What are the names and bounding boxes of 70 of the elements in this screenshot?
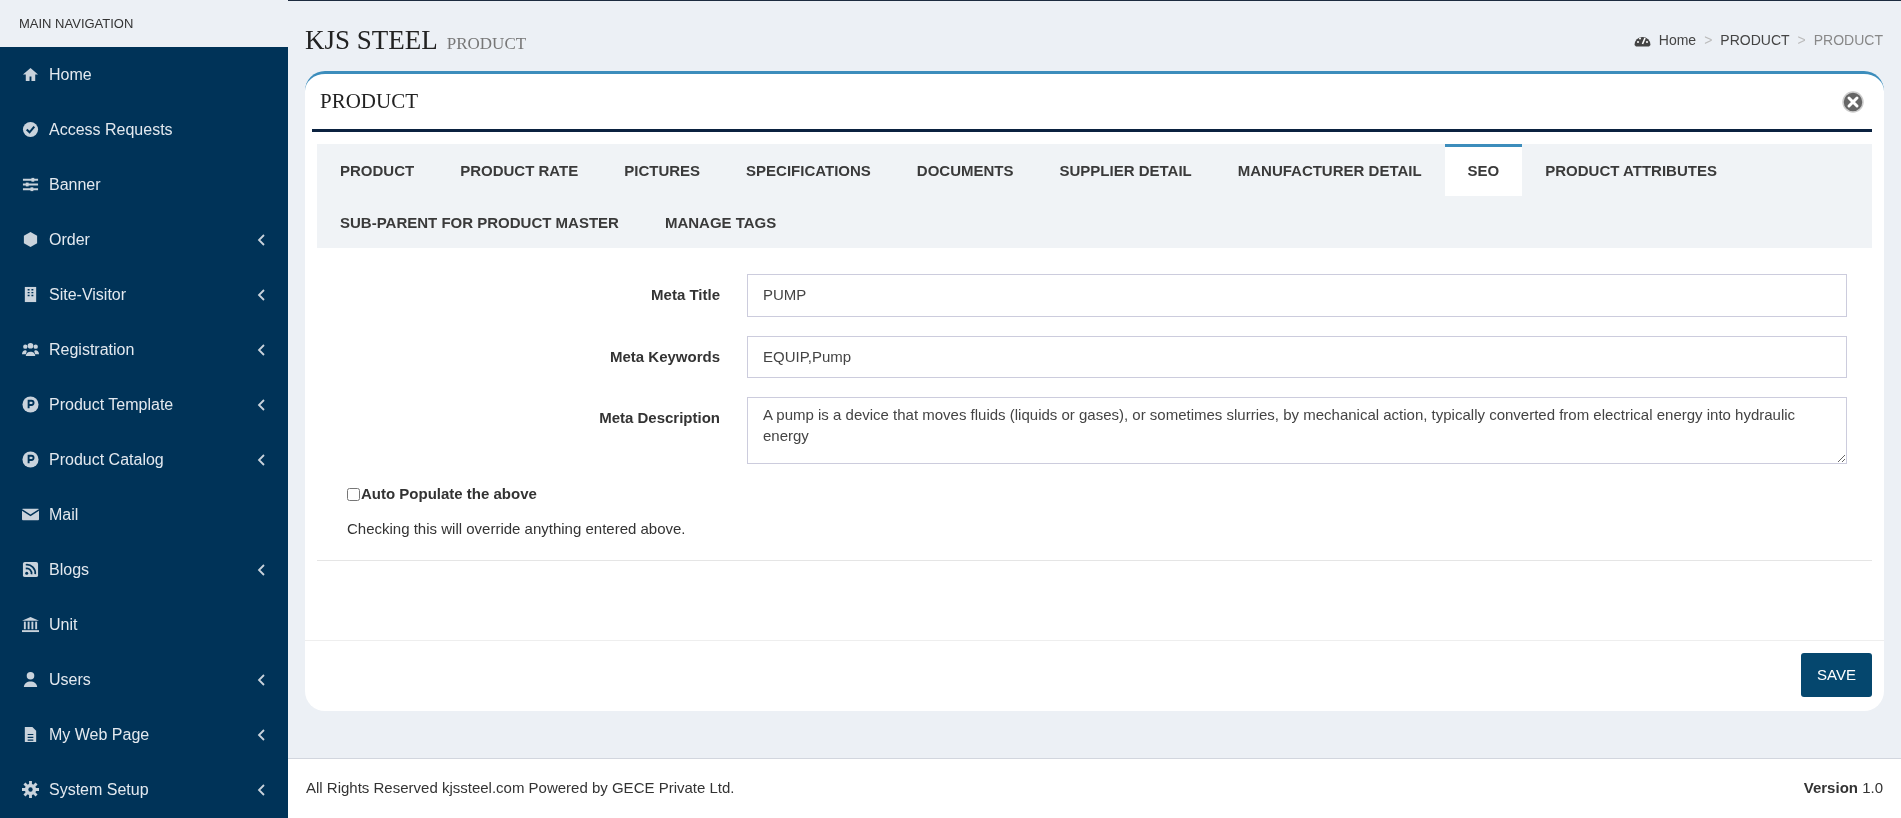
version-text: Version 1.0: [1803, 778, 1883, 799]
sidebar-item[interactable]: Home: [0, 47, 288, 102]
sidebar-item[interactable]: Registration: [0, 322, 288, 377]
sidebar-item[interactable]: Product Catalog: [0, 432, 288, 487]
footer-text: All Rights Reserved kjssteel.com Powered by GECE Private Ltd.: [306, 778, 735, 799]
field-label: Meta Keywords: [608, 346, 721, 367]
tab[interactable]: MANUFACTURER DETAIL: [1214, 144, 1445, 196]
tab[interactable]: SEO: [1444, 144, 1523, 196]
sidebar-item[interactable]: Site-Visitor: [0, 267, 288, 322]
sidebar-item[interactable]: System Setup: [0, 762, 288, 817]
save-button[interactable]: SAVE: [1801, 652, 1872, 697]
sidebar-heading: MAIN NAVIGATION: [0, 0, 288, 47]
check-circle-icon: [22, 121, 39, 138]
tab[interactable]: SUPPLIER DETAIL: [1036, 144, 1215, 196]
text-field[interactable]: PUMP: [747, 274, 1847, 317]
rss-icon: [22, 561, 39, 578]
tab[interactable]: PICTURES: [601, 144, 724, 196]
text-field[interactable]: EQUIP,Pump: [747, 335, 1847, 378]
breadcrumb-current: PRODUCT: [1813, 30, 1883, 50]
hexagon-icon: [22, 231, 39, 248]
field-label: Meta Description: [598, 408, 721, 428]
user-icon: [22, 671, 39, 688]
help-text: Checking this will override anything entered above.: [347, 518, 687, 539]
caret-icon: [257, 343, 266, 356]
checkbox[interactable]: [347, 487, 360, 501]
p-circle-icon: [22, 451, 39, 468]
caret-icon: [257, 728, 266, 741]
p-circle-icon: [22, 396, 39, 413]
caret-icon: [257, 783, 266, 796]
caret-icon: [257, 673, 266, 686]
home-icon: [22, 66, 39, 83]
sidebar-item[interactable]: Access Requests: [0, 102, 288, 157]
envelope-icon: [22, 506, 39, 523]
sidebar-item[interactable]: Users: [0, 652, 288, 707]
meta-description-field[interactable]: A pump is a device that moves fluids (liquids or gases), or sometimes slurries, by mechanical action, typically converted from electrical energy into hydraulic energy: [747, 397, 1847, 464]
close-icon[interactable]: [1842, 90, 1864, 113]
page-title: KJS STEEL: [305, 24, 438, 55]
users-icon: [22, 341, 39, 358]
sliders-icon: [22, 176, 39, 193]
breadcrumb-separator: >: [1797, 30, 1806, 50]
sidebar-item[interactable]: Order: [0, 212, 288, 267]
settings-icon: [22, 781, 39, 798]
tab[interactable]: SPECIFICATIONS: [723, 144, 894, 196]
caret-icon: [257, 563, 266, 576]
caret-icon: [257, 453, 266, 466]
document-icon: [22, 726, 39, 743]
card-title: PRODUCT: [320, 87, 419, 115]
field-label: Meta Title: [650, 285, 721, 305]
breadcrumb-link[interactable]: Home: [1658, 29, 1697, 51]
sidebar-item[interactable]: Product Template: [0, 377, 288, 432]
tab[interactable]: DOCUMENTS: [893, 144, 1037, 196]
tab[interactable]: PRODUCT ATTRIBUTES: [1522, 144, 1740, 196]
caret-icon: [257, 233, 266, 246]
breadcrumb-separator: >: [1704, 30, 1713, 50]
checkbox-label: Auto Populate the above: [361, 484, 537, 504]
sidebar-item[interactable]: My Web Page: [0, 707, 288, 762]
breadcrumb-link[interactable]: PRODUCT: [1720, 29, 1790, 51]
tab[interactable]: SUB-PARENT FOR PRODUCT MASTER: [317, 196, 642, 248]
tab[interactable]: MANAGE TAGS: [641, 196, 800, 248]
caret-icon: [257, 288, 266, 301]
sidebar-item[interactable]: Banner: [0, 157, 288, 212]
bank-icon: [22, 616, 39, 633]
building-icon: [22, 286, 39, 303]
sidebar-item[interactable]: Unit: [0, 597, 288, 652]
sidebar-item[interactable]: Mail: [0, 487, 288, 542]
tab[interactable]: PRODUCT RATE: [437, 144, 602, 196]
tab[interactable]: PRODUCT: [317, 144, 438, 196]
page-subtitle: PRODUCT: [446, 33, 527, 53]
caret-icon: [257, 398, 266, 411]
sidebar-item[interactable]: Blogs: [0, 542, 288, 597]
